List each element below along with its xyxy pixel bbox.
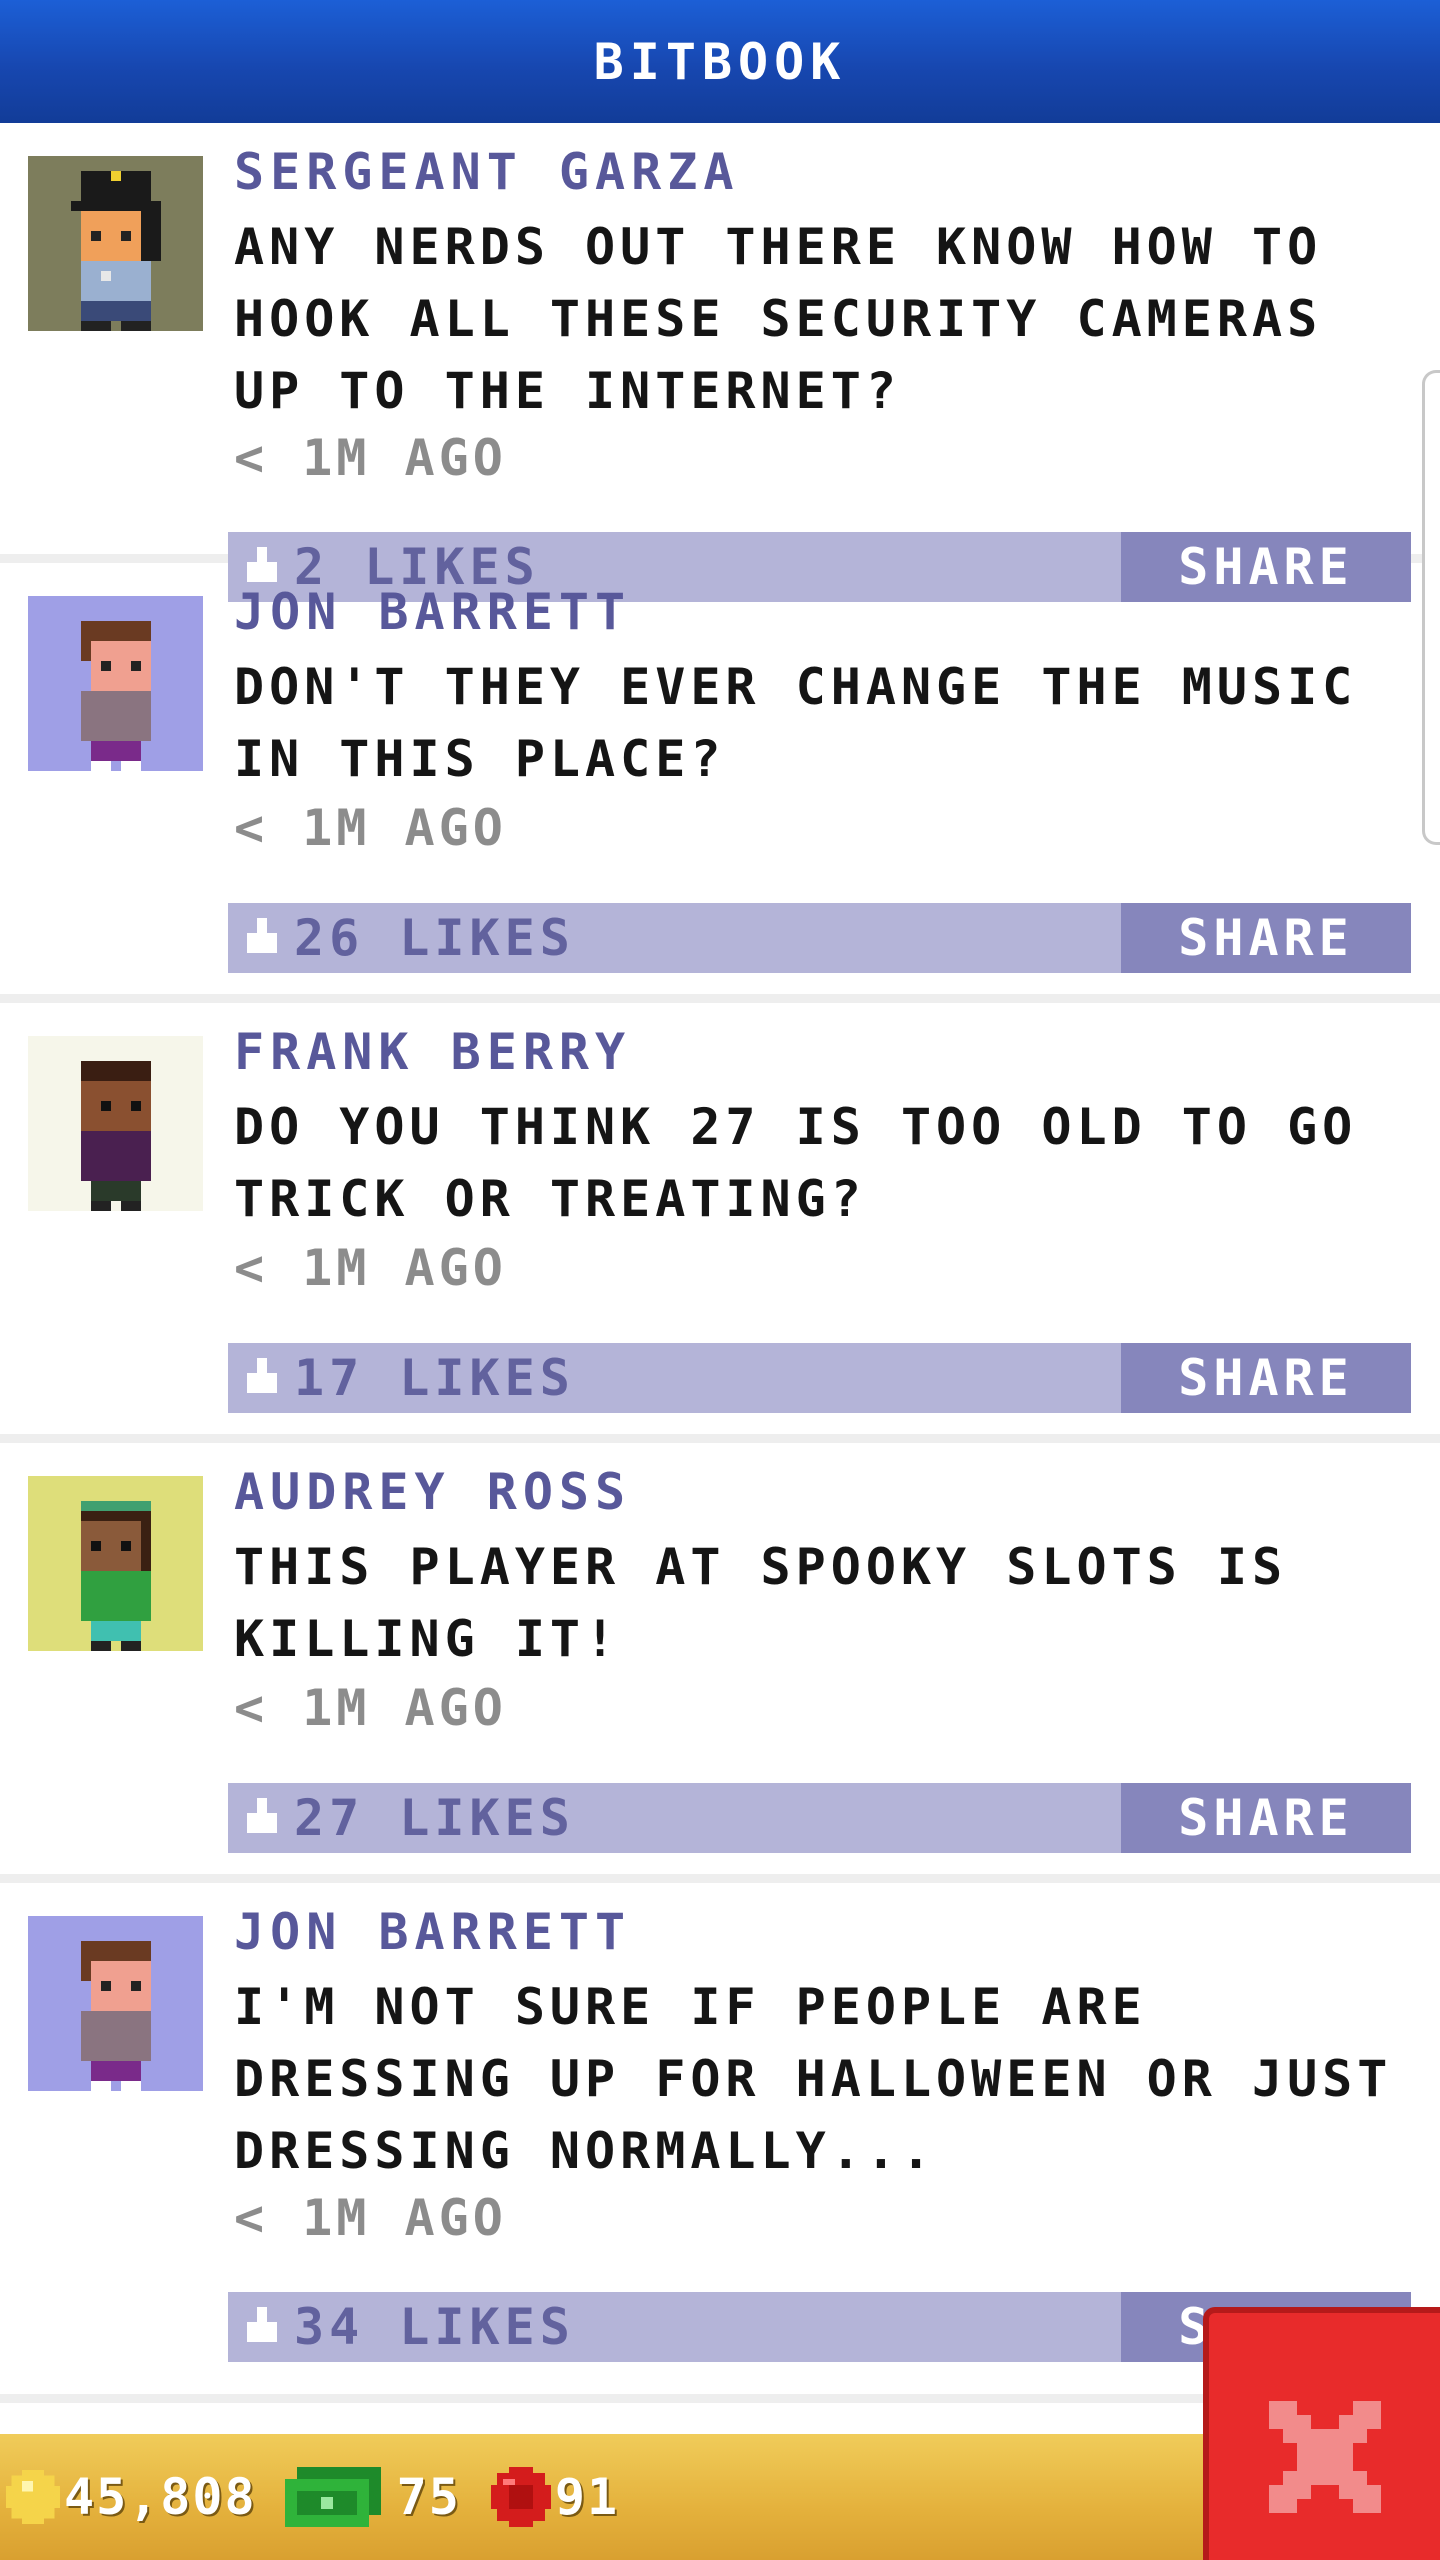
- post-message: THIS PLAYER AT SPOOKY SLOTS IS KILLING I…: [234, 1538, 1288, 1668]
- likes-bar: 26 LIKES SHARE: [228, 903, 1411, 973]
- gems-value: 91: [554, 2468, 620, 2526]
- bux-icon: [284, 2467, 381, 2527]
- thumbs-up-icon[interactable]: [242, 1358, 282, 1398]
- gem-icon: [490, 2467, 551, 2527]
- app-header: BITBOOK: [0, 0, 1440, 123]
- post-message: DON'T THEY EVER CHANGE THE MUSIC IN THIS…: [234, 658, 1358, 788]
- share-button[interactable]: SHARE: [1121, 1343, 1411, 1413]
- person-avatar-icon: [80, 1501, 151, 1651]
- police-officer-avatar-icon: [70, 171, 161, 331]
- post-timestamp: < 1M AGO: [234, 1679, 507, 1737]
- likes-bar: 27 LIKES SHARE: [228, 1783, 1411, 1853]
- author-avatar[interactable]: [28, 596, 203, 771]
- thumbs-up-icon[interactable]: [242, 2307, 282, 2347]
- post-message: DO YOU THINK 27 IS TOO OLD TO GO TRICK O…: [234, 1098, 1358, 1228]
- author-avatar[interactable]: [28, 1036, 203, 1211]
- author-avatar[interactable]: [28, 156, 203, 331]
- post-item: JON BARRETT DON'T THEY EVER CHANGE THE M…: [0, 563, 1440, 1003]
- post-item: FRANK BERRY DO YOU THINK 27 IS TOO OLD T…: [0, 1003, 1440, 1443]
- post-author[interactable]: SERGEANT GARZA: [234, 143, 739, 201]
- post-timestamp: < 1M AGO: [234, 2189, 507, 2247]
- coin-icon: [6, 2470, 60, 2524]
- author-avatar[interactable]: [28, 1476, 203, 1651]
- post-timestamp: < 1M AGO: [234, 799, 507, 857]
- author-avatar[interactable]: [28, 1916, 203, 2091]
- post-feed: SERGEANT GARZA ANY NERDS OUT THERE KNOW …: [0, 123, 1440, 2403]
- share-button[interactable]: SHARE: [1121, 1783, 1411, 1853]
- coins-value: 45,808: [64, 2468, 257, 2526]
- post-author[interactable]: JON BARRETT: [234, 583, 631, 641]
- post-timestamp: < 1M AGO: [234, 429, 507, 487]
- person-avatar-icon: [80, 621, 151, 771]
- post-message: I'M NOT SURE IF PEOPLE ARE DRESSING UP F…: [234, 1978, 1393, 2180]
- person-avatar-icon: [80, 1061, 151, 1211]
- likes-count: 27 LIKES: [294, 1789, 575, 1847]
- likes-count: 34 LIKES: [294, 2298, 575, 2356]
- post-timestamp: < 1M AGO: [234, 1239, 507, 1297]
- post-author[interactable]: FRANK BERRY: [234, 1023, 631, 1081]
- post-item: AUDREY ROSS THIS PLAYER AT SPOOKY SLOTS …: [0, 1443, 1440, 1883]
- share-button[interactable]: SHARE: [1121, 903, 1411, 973]
- post-author[interactable]: JON BARRETT: [234, 1903, 631, 1961]
- person-avatar-icon: [80, 1941, 151, 2091]
- post-author[interactable]: AUDREY ROSS: [234, 1463, 631, 1521]
- close-icon: [1268, 2400, 1381, 2513]
- likes-count: 26 LIKES: [294, 909, 575, 967]
- close-button[interactable]: [1203, 2307, 1440, 2560]
- scroll-handle[interactable]: [1422, 370, 1440, 845]
- app-title: BITBOOK: [593, 32, 847, 91]
- post-item: SERGEANT GARZA ANY NERDS OUT THERE KNOW …: [0, 123, 1440, 602]
- thumbs-up-icon[interactable]: [242, 918, 282, 958]
- likes-count: 17 LIKES: [294, 1349, 575, 1407]
- post-message: ANY NERDS OUT THERE KNOW HOW TO HOOK ALL…: [234, 218, 1323, 420]
- bux-value: 75: [396, 2468, 461, 2526]
- thumbs-up-icon[interactable]: [242, 1798, 282, 1838]
- likes-bar: 17 LIKES SHARE: [228, 1343, 1411, 1413]
